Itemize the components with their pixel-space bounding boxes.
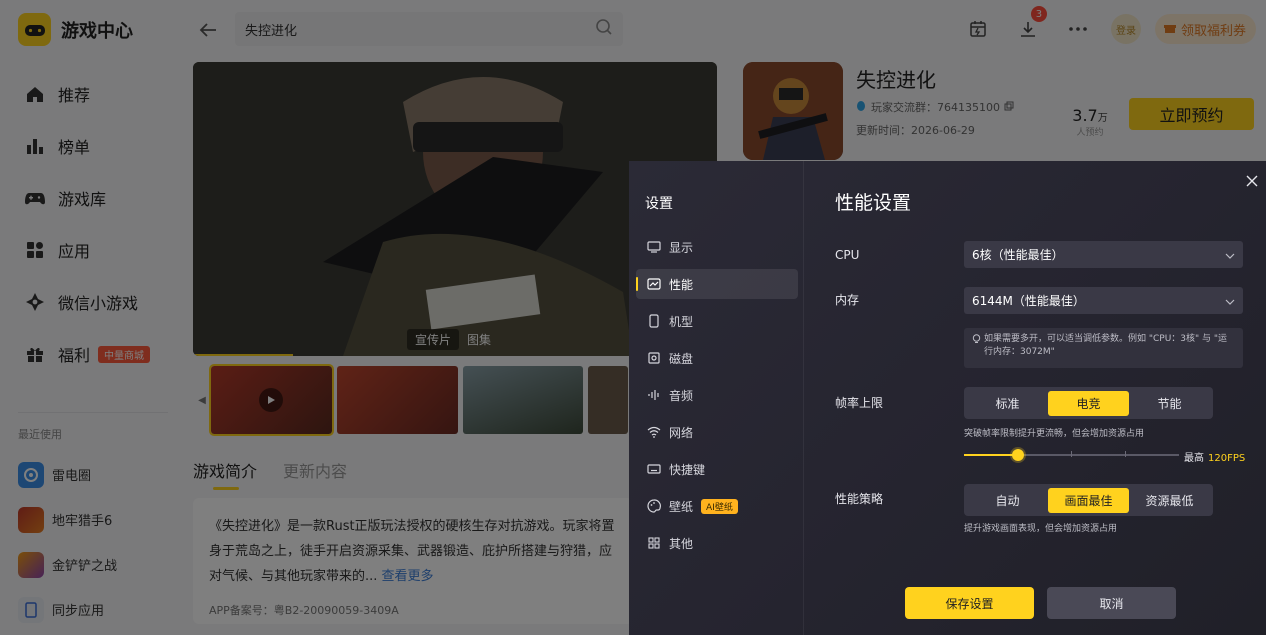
settings-menu-label: 其他 <box>669 536 694 551</box>
fps-option-standard[interactable]: 标准 <box>967 391 1048 416</box>
strategy-hint: 提升游戏画面表现，但会增加资源占用 <box>964 524 1118 534</box>
fps-max-value: 120FPS <box>1208 453 1246 464</box>
settings-menu-label: 磁盘 <box>669 351 694 366</box>
strategy-option-best-visual[interactable]: 画面最佳 <box>1048 487 1129 513</box>
monitor-icon <box>647 240 661 254</box>
fps-segmented-control: 标准 电竞 节能 <box>964 387 1213 419</box>
fps-hint: 突破帧率限制提升更流畅，但会增加资源占用 <box>964 429 1145 439</box>
performance-icon <box>647 277 661 291</box>
slider-tick <box>1125 451 1126 457</box>
phone-icon <box>647 314 661 328</box>
tip-text: 如果需要多开，可以适当调低参数。例如 "CPU：3核" 与 "运行内存：3072… <box>984 334 1228 357</box>
settings-menu-display[interactable]: 显示 <box>636 232 798 262</box>
fps-option-esports[interactable]: 电竞 <box>1048 390 1129 416</box>
multi-instance-tip: 如果需要多开，可以适当调低参数。例如 "CPU：3核" 与 "运行内存：3072… <box>964 328 1243 368</box>
close-icon[interactable] <box>1244 173 1260 189</box>
cancel-button[interactable]: 取消 <box>1047 587 1176 619</box>
grid-icon <box>647 536 661 550</box>
settings-menu-audio[interactable]: 音频 <box>636 380 798 410</box>
strategy-segmented-control: 自动 画面最佳 资源最低 <box>964 484 1213 516</box>
slider-handle[interactable] <box>1011 449 1024 461</box>
settings-dialog: 设置 显示 性能 机型 磁盘 音频 网络 快捷键 壁纸 AI壁纸 其他 性能设置… <box>629 161 1266 635</box>
settings-menu-disk[interactable]: 磁盘 <box>636 343 798 373</box>
palette-icon <box>647 499 661 513</box>
fps-label: 帧率上限 <box>835 396 884 410</box>
cpu-label: CPU <box>835 248 860 262</box>
wifi-icon <box>647 425 661 439</box>
fps-slider[interactable] <box>964 449 1179 461</box>
settings-menu-label: 显示 <box>669 240 694 255</box>
settings-menu-device[interactable]: 机型 <box>636 306 798 336</box>
settings-menu-network[interactable]: 网络 <box>636 417 798 447</box>
fps-max-label: 最高 <box>1184 453 1204 464</box>
ai-wallpaper-badge: AI壁纸 <box>701 498 738 514</box>
slider-fill <box>964 454 1018 456</box>
settings-menu-performance[interactable]: 性能 <box>636 269 798 299</box>
memory-select-value: 6144M（性能最佳） <box>972 294 1085 308</box>
save-button[interactable]: 保存设置 <box>905 587 1034 619</box>
settings-menu-other[interactable]: 其他 <box>636 528 798 558</box>
settings-menu-label: 网络 <box>669 425 694 440</box>
settings-menu: 显示 性能 机型 磁盘 音频 网络 快捷键 壁纸 AI壁纸 其他 <box>636 232 798 565</box>
settings-menu-label: 音频 <box>669 388 694 403</box>
strategy-option-lowest-resource[interactable]: 资源最低 <box>1129 488 1210 513</box>
disk-icon <box>647 351 661 365</box>
settings-menu-label: 壁纸 <box>669 499 694 514</box>
fps-option-power-saving[interactable]: 节能 <box>1129 391 1210 416</box>
slider-tick <box>1071 451 1072 457</box>
settings-menu-label: 性能 <box>669 277 694 292</box>
keyboard-icon <box>647 462 661 476</box>
settings-menu-wallpaper[interactable]: 壁纸 AI壁纸 <box>636 491 798 521</box>
cpu-select-value: 6核（性能最佳） <box>972 248 1064 262</box>
settings-sidebar-title: 设置 <box>645 196 673 212</box>
settings-sidebar: 设置 显示 性能 机型 磁盘 音频 网络 快捷键 壁纸 AI壁纸 其他 <box>629 161 804 635</box>
memory-label: 内存 <box>835 293 860 307</box>
settings-menu-shortcuts[interactable]: 快捷键 <box>636 454 798 484</box>
settings-title: 性能设置 <box>835 192 912 214</box>
info-bulb-icon <box>972 334 984 368</box>
audio-wave-icon <box>647 388 661 402</box>
cpu-select[interactable]: 6核（性能最佳） <box>964 241 1243 268</box>
strategy-label: 性能策略 <box>835 492 884 506</box>
settings-menu-label: 机型 <box>669 314 694 329</box>
memory-select[interactable]: 6144M（性能最佳） <box>964 287 1243 314</box>
chevron-down-icon <box>1225 294 1235 308</box>
chevron-down-icon <box>1225 248 1235 262</box>
settings-menu-label: 快捷键 <box>669 462 706 477</box>
fps-max: 最高 120FPS <box>1184 449 1245 464</box>
strategy-option-auto[interactable]: 自动 <box>967 488 1048 513</box>
